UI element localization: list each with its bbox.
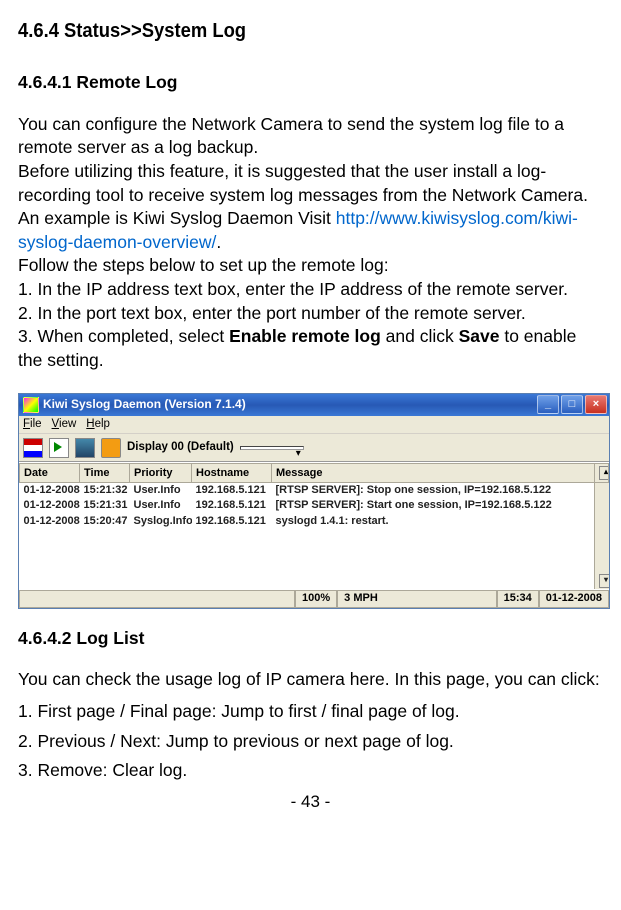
cell: 15:21:31 — [80, 498, 130, 513]
col-time[interactable]: Time — [80, 464, 130, 483]
menu-help[interactable]: Help — [86, 418, 110, 432]
col-priority[interactable]: Priority — [130, 464, 192, 483]
scrollbar-top[interactable]: ▴ — [595, 464, 609, 483]
flag-icon[interactable] — [23, 438, 43, 458]
text-bold: Enable remote log — [229, 326, 381, 346]
text-bold: Save — [459, 326, 500, 346]
kiwi-syslog-window: Kiwi Syslog Daemon (Version 7.1.4) _ □ ×… — [18, 393, 610, 609]
cell: 15:21:32 — [80, 483, 130, 499]
display-label: Display 00 (Default) — [127, 441, 234, 455]
step-3: 3. When completed, select Enable remote … — [18, 325, 603, 372]
display-dropdown[interactable] — [240, 446, 304, 450]
app-icon — [23, 397, 39, 413]
loglist-item-2: 2. Previous / Next: Jump to previous or … — [18, 730, 603, 754]
book-icon[interactable] — [75, 438, 95, 458]
status-pct: 100% — [295, 590, 337, 608]
table-row[interactable]: 01-12-2008 15:21:31 User.Info 192.168.5.… — [20, 498, 609, 513]
section-heading: 4.6.4 Status>>System Log — [18, 18, 556, 45]
text: . — [216, 232, 221, 252]
play-icon[interactable] — [49, 438, 69, 458]
col-hostname[interactable]: Hostname — [192, 464, 272, 483]
empty-area — [20, 529, 609, 589]
cell: 01-12-2008 — [20, 514, 80, 529]
col-message[interactable]: Message — [272, 464, 595, 483]
log-grid: Date Time Priority Hostname Message ▴ 01… — [19, 463, 609, 589]
cell: User.Info — [130, 483, 192, 499]
loglist-item-1: 1. First page / Final page: Jump to firs… — [18, 700, 603, 724]
minimize-button[interactable]: _ — [537, 395, 559, 414]
cell: User.Info — [130, 498, 192, 513]
text: and click — [381, 326, 459, 346]
menu-file[interactable]: File — [23, 418, 42, 432]
step-2: 2. In the port text box, enter the port … — [18, 302, 603, 326]
menu-view[interactable]: View — [52, 418, 77, 432]
paragraph: Follow the steps below to set up the rem… — [18, 254, 603, 278]
paragraph: You can check the usage log of IP camera… — [18, 668, 603, 692]
page-number: - 43 - — [18, 791, 603, 814]
status-empty — [19, 590, 295, 608]
paragraph: You can configure the Network Camera to … — [18, 113, 603, 160]
cell: 192.168.5.121 — [192, 498, 272, 513]
close-button[interactable]: × — [585, 395, 607, 414]
col-date[interactable]: Date — [20, 464, 80, 483]
cell: [RTSP SERVER]: Start one session, IP=192… — [272, 498, 595, 513]
subsection-1-heading: 4.6.4.1 Remote Log — [18, 71, 603, 95]
statusbar: 100% 3 MPH 15:34 01-12-2008 — [19, 589, 609, 608]
scrollbar[interactable]: ▾ — [595, 483, 609, 589]
titlebar[interactable]: Kiwi Syslog Daemon (Version 7.1.4) _ □ × — [19, 394, 609, 416]
cell: 01-12-2008 — [20, 483, 80, 499]
toolbar: Display 00 (Default) — [19, 434, 609, 463]
window-title: Kiwi Syslog Daemon (Version 7.1.4) — [43, 397, 537, 411]
step-1: 1. In the IP address text box, enter the… — [18, 278, 603, 302]
menubar: File View Help — [19, 416, 609, 435]
paragraph: Before utilizing this feature, it is sug… — [18, 160, 603, 255]
subsection-2-heading: 4.6.4.2 Log List — [18, 627, 603, 651]
connector-icon[interactable] — [101, 438, 121, 458]
maximize-button[interactable]: □ — [561, 395, 583, 414]
table-row[interactable]: 01-12-2008 15:21:32 User.Info 192.168.5.… — [20, 483, 609, 499]
status-time: 15:34 — [497, 590, 539, 608]
status-mph: 3 MPH — [337, 590, 496, 608]
cell: 15:20:47 — [80, 514, 130, 529]
text: 3. When completed, select — [18, 326, 229, 346]
cell: Syslog.Info — [130, 514, 192, 529]
status-date: 01-12-2008 — [539, 590, 609, 608]
cell: 192.168.5.121 — [192, 514, 272, 529]
loglist-item-3: 3. Remove: Clear log. — [18, 759, 603, 783]
cell: [RTSP SERVER]: Stop one session, IP=192.… — [272, 483, 595, 499]
table-row[interactable]: 01-12-2008 15:20:47 Syslog.Info 192.168.… — [20, 514, 609, 529]
cell: syslogd 1.4.1: restart. — [272, 514, 595, 529]
cell: 192.168.5.121 — [192, 483, 272, 499]
cell: 01-12-2008 — [20, 498, 80, 513]
